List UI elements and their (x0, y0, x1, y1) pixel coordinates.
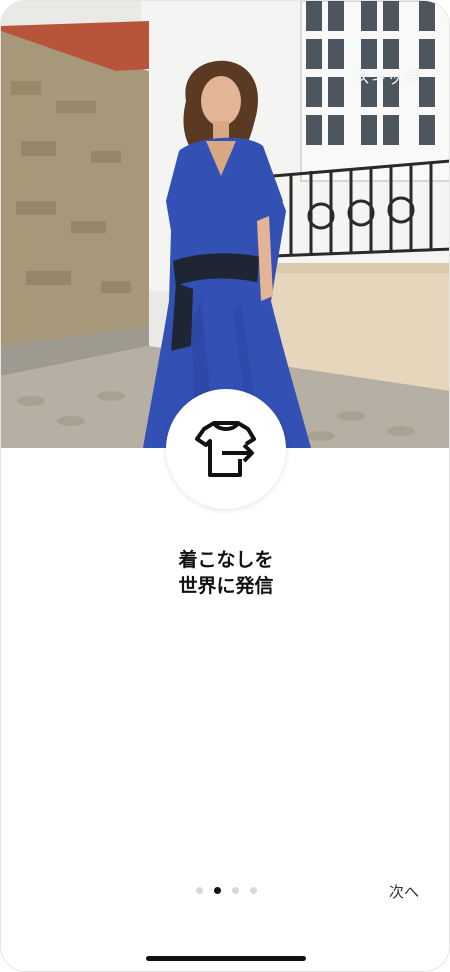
shirt-share-icon (195, 421, 256, 477)
onboarding-screen: スキップ 着こなしを 世界に発信 次へ (0, 0, 450, 972)
page-indicator (196, 887, 257, 894)
feature-title: 着こなしを 世界に発信 (1, 547, 449, 599)
page-dot-2-active[interactable] (214, 887, 221, 894)
title-line-2: 世界に発信 (178, 575, 274, 597)
feature-badge (166, 389, 286, 509)
page-dot-1[interactable] (196, 887, 203, 894)
title-line-1: 着こなしを (178, 549, 274, 571)
next-button[interactable]: 次へ (389, 881, 419, 902)
home-indicator[interactable] (146, 956, 306, 961)
page-dot-4[interactable] (250, 887, 257, 894)
page-dot-3[interactable] (232, 887, 239, 894)
skip-button[interactable]: スキップ (355, 67, 419, 88)
